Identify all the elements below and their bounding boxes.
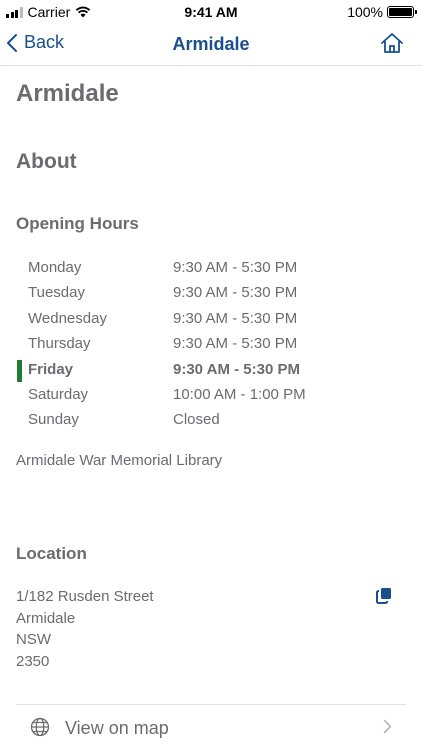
address-line: 1/182 Rusden Street (16, 588, 154, 605)
hours-value: Closed (173, 411, 220, 429)
opening-hours-heading: Opening Hours (16, 214, 139, 233)
hours-value: 9:30 AM - 5:30 PM (173, 309, 298, 327)
hours-row-thursday: Thursday 9:30 AM - 5:30 PM (0, 332, 422, 357)
hours-value: 9:30 AM - 5:30 PM (173, 259, 298, 276)
day-label: Sunday (28, 411, 79, 429)
hours-row-monday: Monday 9:30 AM - 5:30 PM (0, 256, 422, 281)
day-label: Saturday (28, 385, 89, 403)
library-name: Armidale War Memorial Library (16, 452, 223, 469)
today-marker (17, 359, 22, 382)
hours-row-wednesday: Wednesday 9:30 AM - 5:30 PM (0, 307, 422, 332)
globe-icon (30, 717, 50, 737)
battery-percent: 100% (347, 4, 383, 20)
hours-value: 9:30 AM - 5:30 PM (173, 284, 298, 302)
copy-icon (376, 588, 391, 604)
view-on-map-row[interactable]: View on map (16, 705, 406, 750)
address-line: 2350 (16, 652, 50, 670)
address: 1/182 Rusden Street Armidale NSW 2350 (16, 586, 154, 672)
page-title: Armidale (16, 80, 119, 107)
day-label: Monday (28, 259, 82, 276)
chevron-right-icon (383, 719, 392, 734)
day-label: Friday (28, 360, 74, 378)
address-line: NSW (16, 631, 51, 648)
day-label: Thursday (28, 335, 91, 353)
navigation-bar: Back Armidale (0, 24, 422, 66)
address-line: Armidale (16, 609, 76, 627)
opening-hours-list: Monday 9:30 AM - 5:30 PM Tuesday 9:30 AM… (0, 256, 422, 434)
status-bar: Carrier 9:41 AM 100% (0, 0, 422, 24)
battery-info: 100% (347, 4, 417, 20)
battery-icon (387, 6, 417, 18)
nav-title: Armidale (172, 34, 250, 54)
day-label: Tuesday (28, 284, 85, 302)
home-button[interactable] (380, 32, 404, 59)
hours-row-tuesday: Tuesday 9:30 AM - 5:30 PM (0, 281, 422, 306)
about-heading: About (16, 150, 77, 173)
hours-value: 10:00 AM - 1:00 PM (173, 385, 306, 403)
hours-row-friday: Friday 9:30 AM - 5:30 PM (0, 358, 422, 383)
hours-row-saturday: Saturday 10:00 AM - 1:00 PM (0, 383, 422, 408)
day-label: Wednesday (28, 309, 107, 327)
home-icon (381, 33, 403, 53)
view-on-map-label: View on map (65, 718, 169, 738)
location-heading: Location (16, 544, 87, 563)
hours-row-sunday: Sunday Closed (0, 408, 422, 433)
copy-address-button[interactable] (376, 587, 392, 609)
hours-value: 9:30 AM - 5:30 PM (173, 360, 300, 378)
hours-value: 9:30 AM - 5:30 PM (173, 335, 298, 353)
